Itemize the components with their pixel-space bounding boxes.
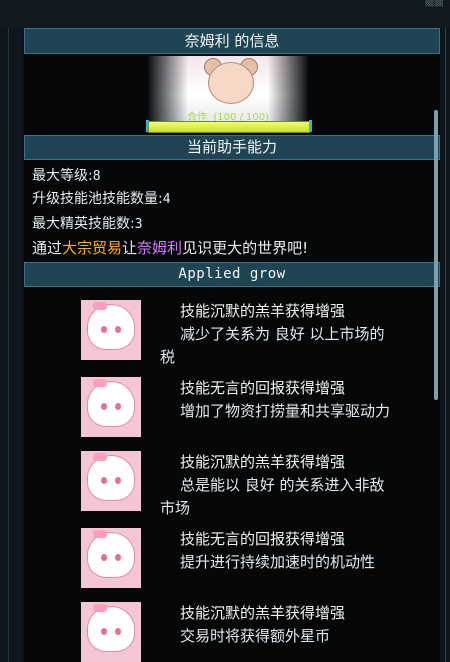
grow-desc: 减少了关系为 良好 以上市场的	[180, 325, 385, 343]
skill-pool-label: 升级技能池技能数量:	[32, 191, 163, 207]
skill-pool-row: 升级技能池技能数量:4	[32, 188, 171, 208]
grow-thumbnail	[81, 377, 141, 437]
grow-thumbnail	[81, 300, 141, 360]
grow-title: 技能沉默的羔羊获得增强	[180, 453, 346, 471]
max-level-label: 最大等级:	[32, 168, 93, 184]
left-margin	[0, 28, 22, 662]
tip-mid: 让	[122, 239, 138, 257]
elite-skills-value: 3	[134, 217, 143, 232]
grow-title: 技能沉默的羔羊获得增强	[180, 302, 346, 320]
tip-prefix: 通过	[32, 239, 63, 257]
elite-skills-row: 最大精英技能数:3	[32, 213, 143, 233]
grow-desc-cont: 税	[160, 348, 176, 366]
skill-pool-value: 4	[162, 192, 171, 207]
grow-desc: 提升进行持续加速时的机动性	[180, 553, 376, 571]
grow-desc: 增加了物资打捞量和共享驱动力	[180, 402, 391, 420]
right-margin	[440, 28, 450, 662]
grow-title: 技能沉默的羔羊获得增强	[180, 604, 346, 622]
tip-row: 通过大宗贸易让奈姆利见识更大的世界吧!	[32, 237, 308, 258]
applied-grow-header: Applied grow	[24, 262, 440, 287]
grow-desc: 交易时将获得额外星币	[180, 627, 331, 645]
grow-thumbnail	[81, 451, 141, 511]
bar-cap-right	[309, 120, 312, 132]
grow-title: 技能无言的回报获得增强	[180, 530, 346, 548]
companion-info-panel: 奈姆利 的信息 合作 (100 / 100) 当前助手能力 最大等级:8 升级技…	[24, 28, 440, 662]
grow-thumbnail	[81, 528, 141, 588]
window-top-strip: ▒▒	[0, 0, 450, 28]
grow-thumbnail	[81, 602, 141, 662]
panel-scrollbar[interactable]	[434, 110, 438, 400]
top-decoration: ▒▒	[425, 0, 444, 7]
max-level-row: 最大等级:8	[32, 165, 101, 185]
max-level-value: 8	[92, 169, 101, 184]
grow-desc-cont: 市场	[160, 499, 191, 517]
bulk-trade-link[interactable]: 大宗贸易	[62, 239, 122, 257]
elite-skills-label: 最大精英技能数:	[32, 216, 135, 232]
grow-title: 技能无言的回报获得增强	[180, 379, 346, 397]
companion-name-highlight: 奈姆利	[137, 239, 183, 257]
abilities-section-header: 当前助手能力	[24, 135, 440, 160]
cooperation-bar	[148, 121, 310, 133]
panel-title: 奈姆利 的信息	[24, 28, 440, 54]
tip-suffix: 见识更大的世界吧!	[182, 239, 309, 257]
grow-desc: 总是能以 良好 的关系进入非敌	[180, 476, 385, 494]
cooperation-bar-fill	[149, 122, 309, 132]
